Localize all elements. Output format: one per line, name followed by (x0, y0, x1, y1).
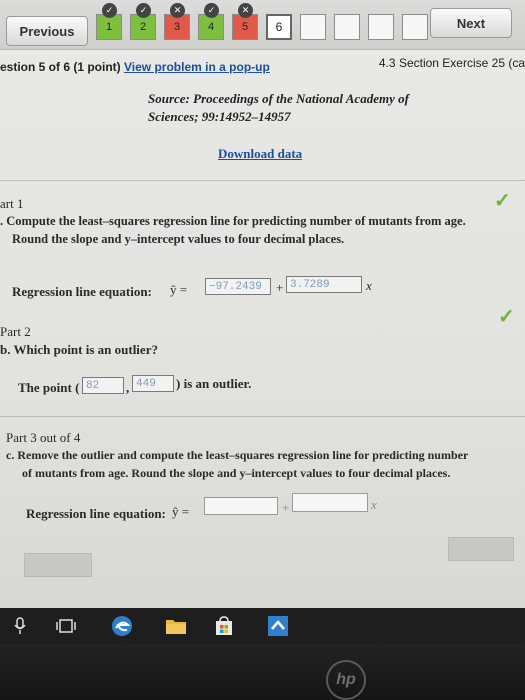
hp-logo: hp (326, 660, 366, 700)
divider (0, 416, 525, 417)
part2-prefix: The point ( (18, 380, 80, 395)
question-box-9[interactable] (368, 14, 394, 40)
part1-question-line2: Round the slope and y–intercept values t… (12, 232, 345, 246)
part3-yhat: ŷ = (172, 504, 190, 519)
section-label: 4.3 Section Exercise 25 (ca (378, 56, 525, 70)
part1-equation-label: Regression line equation: (12, 284, 152, 299)
part3-question-line2: of mutants from age. Round the slope and… (22, 466, 451, 480)
part3-equation-label: Regression line equation: (26, 506, 166, 521)
browser-screen: Previous 1 ✓ 2 ✓ 3 ✕ 4 ✓ 5 ✕ 6 Next estion 5 of 6 … (0, 0, 525, 608)
source-line-1: Source: Proceedings of the National Acad… (148, 91, 409, 106)
view-popup-link[interactable]: View problem in a pop-up (124, 60, 270, 74)
clear-button[interactable] (24, 553, 92, 577)
part1-yhat: ŷ = (170, 282, 188, 297)
correct-badge-icon: ✓ (136, 3, 151, 18)
part3-question-line1: c. Remove the outlier and compute the le… (6, 448, 469, 462)
question-info: estion 5 of 6 (1 point) View problem in … (0, 60, 270, 74)
incorrect-badge-icon: ✕ (170, 3, 185, 18)
taskbar (0, 608, 525, 644)
part1-title: art 1 (0, 196, 24, 211)
question-box-8[interactable] (334, 14, 360, 40)
part3-title: Part 3 out of 4 (6, 430, 81, 445)
question-navbar: Previous 1 ✓ 2 ✓ 3 ✕ 4 ✓ 5 ✕ 6 Next (0, 0, 525, 50)
previous-button[interactable]: Previous (6, 16, 88, 46)
part2-title: Part 2 (0, 324, 31, 339)
part3-slope-input[interactable] (292, 493, 368, 512)
question-box-7[interactable] (300, 14, 326, 40)
part1-question-line1: . Compute the least–squares regression l… (0, 214, 466, 228)
part1-plus: + (276, 280, 284, 295)
part1-x-variable: x (366, 278, 372, 293)
part2-y-input[interactable]: 449 (132, 375, 174, 392)
submit-button[interactable] (448, 537, 514, 561)
question-box-10[interactable] (402, 14, 428, 40)
next-button[interactable]: Next (430, 8, 512, 38)
laptop-bezel (0, 644, 525, 700)
divider (0, 180, 525, 181)
part2-suffix: ) is an outlier. (176, 376, 252, 391)
question-box-6[interactable]: 6 (266, 14, 292, 40)
source-line-2: Sciences; 99:14952–14957 (148, 109, 291, 124)
correct-badge-icon: ✓ (204, 3, 219, 18)
part2-check-icon: ✓ (498, 306, 515, 328)
task-view-icon[interactable] (54, 614, 78, 638)
microphone-icon[interactable] (8, 614, 32, 638)
source-citation: Source: Proceedings of the National Acad… (148, 90, 409, 126)
correct-badge-icon: ✓ (102, 3, 117, 18)
store-icon[interactable] (212, 614, 236, 638)
part1-check-icon: ✓ (494, 190, 511, 212)
file-explorer-icon[interactable] (164, 614, 188, 638)
part2-x-input[interactable]: 82 (82, 377, 124, 394)
part3-x-variable: x (371, 497, 377, 512)
browser-icon[interactable] (110, 614, 134, 638)
incorrect-badge-icon: ✕ (238, 3, 253, 18)
app-icon[interactable] (266, 614, 290, 638)
question-counter: estion 5 of 6 (1 point) (0, 60, 121, 74)
download-data-link[interactable]: Download data (218, 146, 302, 162)
part1-intercept-input[interactable]: −97.2439 (205, 278, 271, 295)
part2-comma: , (126, 380, 130, 395)
part3-plus: + (282, 500, 290, 515)
part1-slope-input[interactable]: 3.7289 (286, 276, 362, 293)
part3-intercept-input[interactable] (204, 497, 278, 515)
part2-question: b. Which point is an outlier? (0, 342, 158, 357)
